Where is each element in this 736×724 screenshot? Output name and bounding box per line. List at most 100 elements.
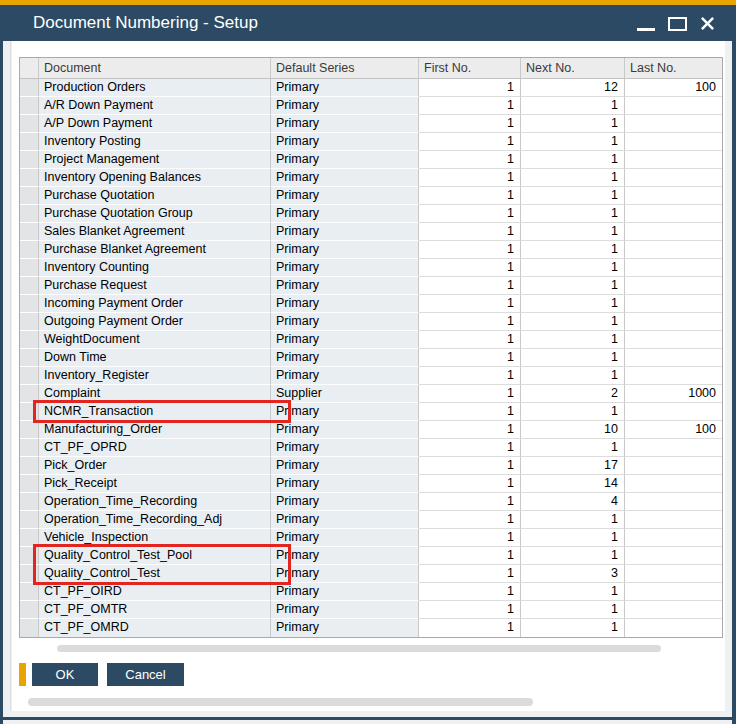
first-no-cell[interactable]: 1 xyxy=(419,313,521,331)
first-no-cell[interactable]: 1 xyxy=(419,547,521,565)
first-no-cell[interactable]: 1 xyxy=(419,115,521,133)
first-no-cell[interactable]: 1 xyxy=(419,151,521,169)
last-no-cell[interactable] xyxy=(625,601,722,619)
document-cell[interactable]: Pick_Order xyxy=(39,457,271,475)
document-cell[interactable]: Vehicle_Inspection xyxy=(39,529,271,547)
last-no-cell[interactable] xyxy=(625,493,722,511)
next-no-cell[interactable]: 1 xyxy=(521,583,625,601)
default-series-cell[interactable]: Primary xyxy=(271,151,419,169)
next-no-cell[interactable]: 1 xyxy=(521,295,625,313)
cancel-button[interactable]: Cancel xyxy=(107,663,184,686)
row-selector-cell[interactable] xyxy=(20,349,39,367)
next-no-cell[interactable]: 17 xyxy=(521,457,625,475)
document-cell[interactable]: Outgoing Payment Order xyxy=(39,313,271,331)
default-series-cell[interactable]: Primary xyxy=(271,277,419,295)
row-selector-cell[interactable] xyxy=(20,331,39,349)
first-no-cell[interactable]: 1 xyxy=(419,367,521,385)
next-no-cell[interactable]: 1 xyxy=(521,349,625,367)
last-no-cell[interactable] xyxy=(625,187,722,205)
row-selector-cell[interactable] xyxy=(20,205,39,223)
document-cell[interactable]: Incoming Payment Order xyxy=(39,295,271,313)
minimize-icon[interactable] xyxy=(637,28,655,31)
next-no-cell[interactable]: 1 xyxy=(521,259,625,277)
last-no-cell[interactable] xyxy=(625,151,722,169)
row-selector-cell[interactable] xyxy=(20,547,39,565)
row-selector-cell[interactable] xyxy=(20,115,39,133)
last-no-cell[interactable] xyxy=(625,115,722,133)
last-no-cell[interactable] xyxy=(625,133,722,151)
default-series-cell[interactable]: Primary xyxy=(271,115,419,133)
last-no-cell[interactable]: 100 xyxy=(625,421,722,439)
document-cell[interactable]: Pick_Receipt xyxy=(39,475,271,493)
last-no-cell[interactable] xyxy=(625,259,722,277)
titlebar[interactable]: Document Numbering - Setup xyxy=(0,5,736,41)
default-series-cell[interactable]: Supplier xyxy=(271,385,419,403)
next-no-cell[interactable]: 1 xyxy=(521,277,625,295)
last-no-cell[interactable] xyxy=(625,313,722,331)
last-no-cell[interactable]: 100 xyxy=(625,79,722,97)
maximize-icon[interactable] xyxy=(668,17,687,31)
row-selector-cell[interactable] xyxy=(20,421,39,439)
first-no-cell[interactable]: 1 xyxy=(419,259,521,277)
document-cell[interactable]: Inventory Posting xyxy=(39,133,271,151)
first-no-cell[interactable]: 1 xyxy=(419,187,521,205)
first-no-cell[interactable]: 1 xyxy=(419,565,521,583)
document-cell[interactable]: Inventory Counting xyxy=(39,259,271,277)
document-cell[interactable]: Operation_Time_Recording_Adj xyxy=(39,511,271,529)
first-no-cell[interactable]: 1 xyxy=(419,493,521,511)
row-selector-cell[interactable] xyxy=(20,529,39,547)
last-no-cell[interactable] xyxy=(625,367,722,385)
default-series-cell[interactable]: Primary xyxy=(271,241,419,259)
row-selector-cell[interactable] xyxy=(20,295,39,313)
row-selector-cell[interactable] xyxy=(20,97,39,115)
default-series-cell[interactable]: Primary xyxy=(271,349,419,367)
last-no-cell[interactable] xyxy=(625,169,722,187)
first-no-cell[interactable]: 1 xyxy=(419,385,521,403)
default-series-cell[interactable]: Primary xyxy=(271,97,419,115)
document-cell[interactable]: CT_PF_OMRD xyxy=(39,619,271,637)
last-no-cell[interactable] xyxy=(625,619,722,637)
next-no-cell[interactable]: 1 xyxy=(521,367,625,385)
document-cell[interactable]: CT_PF_OIRD xyxy=(39,583,271,601)
default-series-cell[interactable]: Primary xyxy=(271,187,419,205)
row-selector-cell[interactable] xyxy=(20,583,39,601)
document-cell[interactable]: Down Time xyxy=(39,349,271,367)
next-no-cell[interactable]: 1 xyxy=(521,187,625,205)
row-selector-cell[interactable] xyxy=(20,151,39,169)
default-series-cell[interactable]: Primary xyxy=(271,205,419,223)
window-horizontal-scrollbar[interactable] xyxy=(28,698,533,706)
default-series-cell[interactable]: Primary xyxy=(271,331,419,349)
row-selector-cell[interactable] xyxy=(20,277,39,295)
first-no-cell[interactable]: 1 xyxy=(419,331,521,349)
default-series-cell[interactable]: Primary xyxy=(271,169,419,187)
next-no-cell[interactable]: 2 xyxy=(521,385,625,403)
next-no-cell[interactable]: 4 xyxy=(521,493,625,511)
document-cell[interactable]: Purchase Blanket Agreement xyxy=(39,241,271,259)
default-series-cell[interactable]: Primary xyxy=(271,493,419,511)
document-cell[interactable]: Complaint xyxy=(39,385,271,403)
first-no-cell[interactable]: 1 xyxy=(419,349,521,367)
default-series-cell[interactable]: Primary xyxy=(271,457,419,475)
first-no-cell[interactable]: 1 xyxy=(419,295,521,313)
last-no-cell[interactable] xyxy=(625,97,722,115)
last-no-cell[interactable] xyxy=(625,223,722,241)
first-no-cell[interactable]: 1 xyxy=(419,583,521,601)
next-no-cell[interactable]: 1 xyxy=(521,403,625,421)
first-no-cell[interactable]: 1 xyxy=(419,619,521,637)
default-series-cell[interactable]: Primary xyxy=(271,259,419,277)
next-no-cell[interactable]: 1 xyxy=(521,205,625,223)
first-no-cell[interactable]: 1 xyxy=(419,475,521,493)
row-selector-cell[interactable] xyxy=(20,601,39,619)
first-no-cell[interactable]: 1 xyxy=(419,169,521,187)
document-cell[interactable]: Inventory Opening Balances xyxy=(39,169,271,187)
default-series-cell[interactable]: Primary xyxy=(271,313,419,331)
last-no-cell[interactable] xyxy=(625,439,722,457)
document-cell[interactable]: NCMR_Transaction xyxy=(39,403,271,421)
first-no-cell[interactable]: 1 xyxy=(419,601,521,619)
document-cell[interactable]: Purchase Quotation Group xyxy=(39,205,271,223)
next-no-cell[interactable]: 1 xyxy=(521,529,625,547)
next-no-cell[interactable]: 1 xyxy=(521,169,625,187)
next-no-cell[interactable]: 1 xyxy=(521,547,625,565)
row-selector-cell[interactable] xyxy=(20,367,39,385)
default-series-cell[interactable]: Primary xyxy=(271,133,419,151)
